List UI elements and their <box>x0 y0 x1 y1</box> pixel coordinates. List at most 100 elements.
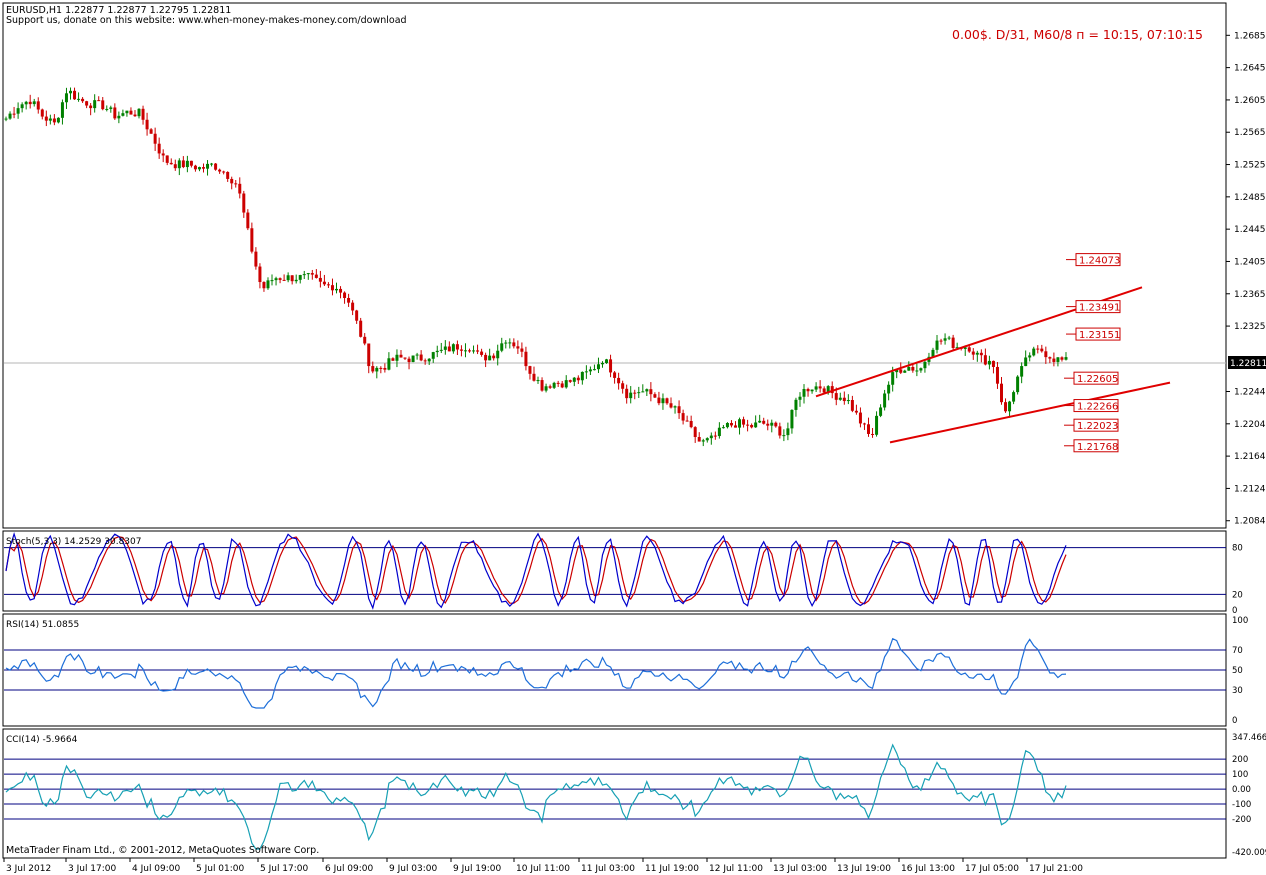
candle-body <box>504 342 508 344</box>
candle-body <box>270 280 274 282</box>
candle-body <box>234 183 238 185</box>
candle-body <box>24 101 28 105</box>
candle-body <box>879 407 883 416</box>
candle-body <box>407 358 411 363</box>
candle-body <box>77 98 81 100</box>
candle-body <box>725 422 729 428</box>
trading-chart[interactable]: 1.24073 1.23491 1.23151 1.22605 1.22266 1.220… <box>0 0 1266 875</box>
rsi-axis-label: 100 <box>1232 616 1248 626</box>
candle-body <box>202 167 205 169</box>
time-tick-label: 3 Jul 2012 <box>6 864 51 874</box>
candle-body <box>391 358 395 361</box>
candle-body <box>798 396 802 400</box>
candle-body <box>117 115 121 119</box>
candle-body <box>447 346 451 352</box>
candle-body <box>979 352 983 356</box>
time-tick-label: 12 Jul 11:00 <box>709 864 763 874</box>
time-tick-label: 13 Jul 03:00 <box>773 864 827 874</box>
candle-body <box>306 273 310 275</box>
time-tick-label: 10 Jul 11:00 <box>516 864 570 874</box>
candle-body <box>943 338 947 341</box>
candle-body <box>355 310 359 321</box>
candle-body <box>379 367 383 369</box>
candle-body <box>375 367 379 372</box>
candle-body <box>802 388 806 397</box>
candle-body <box>685 420 689 422</box>
candle-body <box>697 437 701 442</box>
candle-body <box>858 412 862 424</box>
candle-body <box>1044 351 1048 358</box>
candle-body <box>677 406 681 414</box>
candle-body <box>754 422 758 428</box>
candle-body <box>758 420 762 423</box>
candle-body <box>532 373 536 381</box>
candle-body <box>850 400 854 411</box>
candle-body <box>911 367 915 371</box>
candle-body <box>786 428 790 436</box>
candle-body <box>81 98 85 102</box>
candle-body <box>496 350 500 359</box>
candle-body <box>818 386 822 389</box>
stoch-axis-label: 0 <box>1232 606 1237 616</box>
price-tick-label: 1.23650 <box>1234 290 1266 300</box>
time-tick-label: 17 Jul 05:00 <box>965 864 1019 874</box>
candle-body <box>230 178 234 184</box>
candle-body <box>778 426 782 436</box>
price-tick-label: 1.22040 <box>1234 420 1266 430</box>
candle-body <box>468 350 471 352</box>
candle-body <box>1004 402 1008 412</box>
candle-body <box>64 93 68 103</box>
candle-body <box>1028 355 1032 358</box>
candle-body <box>359 320 363 337</box>
candle-body <box>153 133 157 144</box>
candle-body <box>669 403 673 408</box>
time-tick-label: 17 Jul 21:00 <box>1029 864 1083 874</box>
candle-body <box>923 361 927 369</box>
candle-body <box>129 110 133 115</box>
candle-body <box>838 397 842 400</box>
level-label: 1.22023 <box>1077 421 1118 432</box>
candle-body <box>286 275 290 281</box>
candle-body <box>484 354 488 361</box>
candle-body <box>12 113 16 115</box>
price-tick-label: 1.21640 <box>1234 452 1266 462</box>
candle-body <box>947 337 951 339</box>
candle-body <box>846 400 850 402</box>
candle-body <box>371 366 375 372</box>
candle-body <box>903 370 907 373</box>
candle-body <box>790 409 794 429</box>
candle-body <box>854 410 858 413</box>
candle-body <box>629 392 633 399</box>
candle-body <box>427 358 431 362</box>
rsi-axis-label: 50 <box>1232 666 1243 676</box>
candle-body <box>1052 358 1056 362</box>
candle-body <box>907 367 911 371</box>
candle-body <box>246 212 250 229</box>
candle-body <box>935 340 939 350</box>
candle-body <box>774 422 778 427</box>
candle-body <box>661 398 665 404</box>
price-tick-label: 1.24450 <box>1234 225 1266 235</box>
candle-body <box>274 278 278 281</box>
candle-body <box>290 275 294 282</box>
candle-body <box>238 183 242 194</box>
candle-body <box>73 90 77 100</box>
level-label: 1.23151 <box>1079 330 1120 341</box>
candle-body <box>637 392 641 394</box>
candle-body <box>258 266 262 283</box>
candle-body <box>330 285 334 291</box>
candle-body <box>891 372 895 385</box>
candle-body <box>689 420 693 428</box>
candle-body <box>576 377 580 381</box>
candle-body <box>621 383 625 389</box>
candle-body <box>645 389 649 392</box>
candle-body <box>883 393 887 408</box>
stoch-axis-label: 80 <box>1232 544 1243 554</box>
candle-body <box>701 440 705 442</box>
candle-body <box>16 108 20 114</box>
candle-body <box>395 354 399 361</box>
candle-body <box>596 364 600 370</box>
candle-body <box>282 279 286 281</box>
candle-body <box>657 397 661 404</box>
candle-body <box>975 352 979 355</box>
